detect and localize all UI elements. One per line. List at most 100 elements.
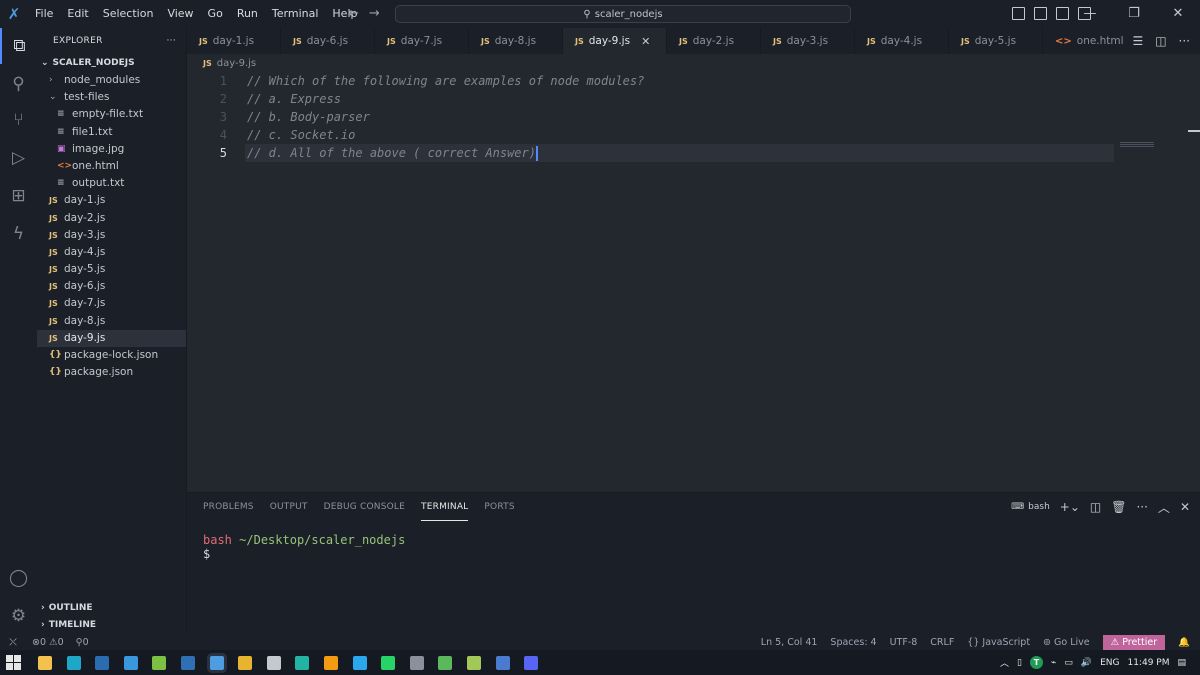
explorer-icon[interactable]: ⧉ (0, 28, 37, 64)
app-terminal-icon[interactable] (467, 656, 481, 670)
breadcrumb-file[interactable]: day-9.js (217, 58, 256, 69)
app-circle-icon[interactable] (295, 656, 310, 670)
language-mode[interactable]: {} JavaScript (967, 637, 1030, 648)
tree-item[interactable]: JS day-3.js (37, 227, 186, 244)
account-icon[interactable]: ◯ (0, 560, 37, 596)
explorer-more-icon[interactable]: ··· (167, 36, 176, 46)
list-icon[interactable]: ☰ (1132, 34, 1143, 48)
notifications-bell-icon[interactable]: 🔔 (1178, 637, 1200, 648)
maximize-panel-icon[interactable]: ︿ (1158, 499, 1170, 516)
tree-item[interactable]: JS day-7.js (37, 295, 186, 312)
vscode-app-icon[interactable] (123, 656, 138, 670)
tree-item[interactable]: ≡ empty-file.txt (37, 106, 186, 123)
tab-day-6-js[interactable]: JS day-6.js (281, 28, 375, 54)
tab-close-icon[interactable]: ✕ (641, 35, 650, 48)
tree-item[interactable]: JS day-8.js (37, 313, 186, 330)
code-line[interactable]: 4 // c. Socket.io (187, 126, 1200, 144)
toggle-sidebar-icon[interactable] (1012, 7, 1025, 20)
tab-day-9-js[interactable]: JS day-9.js ✕ (563, 28, 667, 54)
volume-icon[interactable]: 🔊 (1081, 658, 1092, 668)
tree-item[interactable]: JS day-2.js (37, 210, 186, 227)
panel-tab-problems[interactable]: PROBLEMS (203, 493, 254, 521)
tree-item[interactable]: JS day-9.js (37, 329, 186, 347)
app-square-icon[interactable] (409, 656, 424, 670)
panel-tab-debug-console[interactable]: DEBUG CONSOLE (324, 493, 405, 521)
tree-item[interactable]: ⌄ test-files (37, 89, 186, 106)
settings-gear-icon[interactable]: ⚙ (0, 598, 37, 634)
menu-file[interactable]: File (28, 0, 60, 28)
tree-item[interactable]: <> one.html (37, 158, 186, 175)
menu-edit[interactable]: Edit (60, 0, 95, 28)
file-explorer-app-icon[interactable] (38, 656, 52, 670)
split-editor-icon[interactable]: ◫ (1155, 34, 1166, 48)
menu-run[interactable]: Run (230, 0, 265, 28)
source-control-icon[interactable]: ⑂ (0, 102, 37, 138)
tray-overflow-icon[interactable]: ︿ (1000, 656, 1009, 669)
extensions-icon[interactable]: ⊞ (0, 178, 37, 214)
terminal-selector[interactable]: ⌨ bash (1011, 502, 1050, 512)
close-panel-icon[interactable]: ✕ (1180, 500, 1190, 514)
tab-day-1-js[interactable]: JS day-1.js (187, 28, 281, 54)
app-green-icon[interactable] (438, 656, 453, 670)
discord-app-icon[interactable] (524, 656, 539, 670)
code-line[interactable]: 2 // a. Express (187, 90, 1200, 108)
tree-item[interactable]: JS day-1.js (37, 192, 186, 209)
restore-icon[interactable]: ❐ (1112, 0, 1156, 28)
forward-arrow-icon[interactable]: → (369, 0, 380, 28)
minimize-icon[interactable]: — (1068, 0, 1112, 28)
search-view-icon[interactable]: ⚲ (0, 66, 37, 102)
tree-item[interactable]: JS day-6.js (37, 278, 186, 295)
menu-terminal[interactable]: Terminal (265, 0, 326, 28)
new-terminal-icon[interactable]: +⌄ (1060, 500, 1080, 514)
code-line[interactable]: 3 // b. Body-parser (187, 108, 1200, 126)
tab-one-html[interactable]: <> one.html (1043, 28, 1137, 54)
timeline-section[interactable]: › TIMELINE (37, 616, 187, 634)
panel-more-icon[interactable]: ··· (1136, 500, 1147, 514)
outline-section[interactable]: › OUTLINE (37, 599, 187, 617)
windows-start-icon[interactable] (6, 655, 21, 670)
remote-icon[interactable]: ⤬ (0, 635, 26, 650)
tab-day-8-js[interactable]: JS day-8.js (469, 28, 563, 54)
back-arrow-icon[interactable]: ← (348, 0, 359, 28)
more-actions-icon[interactable]: ··· (1179, 34, 1190, 48)
terminal-app-icon[interactable] (95, 656, 110, 670)
prettier-button[interactable]: ⚠ Prettier (1102, 635, 1166, 650)
code-line[interactable]: 1 // Which of the following are examples … (187, 72, 1200, 90)
tree-item[interactable]: {} package.json (37, 364, 186, 381)
tab-day-7-js[interactable]: JS day-7.js (375, 28, 469, 54)
cursor-position[interactable]: Ln 5, Col 41 (761, 637, 818, 648)
menu-go[interactable]: Go (201, 0, 230, 28)
tree-item[interactable]: › node_modules (37, 72, 186, 89)
edge-browser-icon[interactable] (66, 656, 81, 670)
toggle-panel-icon[interactable] (1034, 7, 1047, 20)
terminal-output[interactable]: bash ~/Desktop/scaler_nodejs $ (203, 533, 405, 561)
telegram-app-icon[interactable] (352, 656, 367, 670)
tray-app-badge[interactable]: T (1029, 656, 1043, 669)
network-icon[interactable]: ⌁ (1051, 658, 1056, 668)
code-editor[interactable]: 1 // Which of the following are examples … (187, 72, 1200, 492)
battery-icon[interactable]: ▯ (1017, 658, 1022, 668)
workspace-root[interactable]: ⌄ SCALER_NODEJS (37, 54, 186, 72)
command-center-search[interactable]: ⚲ scaler_nodejs (395, 5, 851, 23)
split-terminal-icon[interactable]: ◫ (1090, 500, 1101, 514)
tree-item[interactable]: ▣ image.jpg (37, 141, 186, 158)
tab-day-5-js[interactable]: JS day-5.js (949, 28, 1043, 54)
go-live-button[interactable]: ⊚ Go Live (1043, 637, 1090, 648)
end-of-line[interactable]: CRLF (930, 637, 954, 648)
panel-tab-terminal[interactable]: TERMINAL (421, 494, 469, 521)
media-app-icon[interactable] (266, 656, 281, 670)
encoding[interactable]: UTF-8 (890, 637, 918, 648)
app-blue-icon[interactable] (495, 656, 510, 670)
ports-status[interactable]: ⚲0 (76, 637, 89, 648)
kill-terminal-icon[interactable]: 🗑 (1111, 500, 1126, 514)
input-language[interactable]: ENG (1100, 658, 1119, 668)
tree-item[interactable]: ≡ output.txt (37, 175, 186, 192)
tree-item[interactable]: JS day-4.js (37, 244, 186, 261)
tree-item[interactable]: {} package-lock.json (37, 347, 186, 364)
chrome-browser-icon[interactable] (238, 656, 253, 670)
action-center-icon[interactable]: ▤ (1177, 658, 1186, 668)
problems-status[interactable]: ⊗0 ⚠0 (32, 637, 64, 648)
powershell-app-icon[interactable] (181, 656, 195, 670)
run-debug-icon[interactable]: ▷ (0, 140, 37, 176)
tab-day-2-js[interactable]: JS day-2.js (667, 28, 761, 54)
